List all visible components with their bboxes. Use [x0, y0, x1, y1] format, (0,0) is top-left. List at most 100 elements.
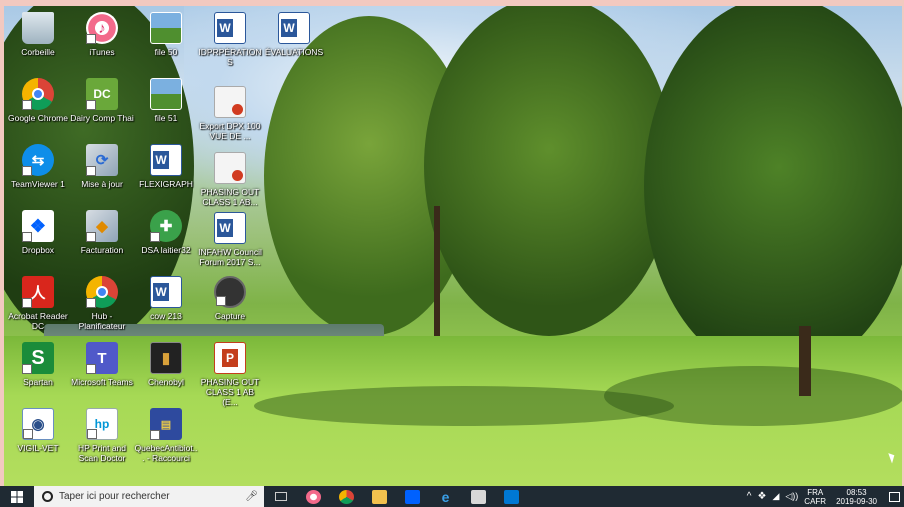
- desktop-icon-file-51[interactable]: file 51: [134, 78, 198, 123]
- desktop-icon-dairy-comp[interactable]: DC Dairy Comp Thai: [70, 78, 134, 123]
- desktop-icon-chenobyl[interactable]: ▮ Chenobyl: [134, 342, 198, 387]
- desktop-icon-quebec-antibiot[interactable]: ▤ QuebecAntibiot... - Raccourci: [134, 408, 198, 463]
- desktop-icon-idprperations[interactable]: IDPRPÉRATIONS: [198, 12, 262, 67]
- task-view-icon: [274, 492, 287, 501]
- language-indicator[interactable]: FRA CAFR: [804, 488, 826, 506]
- language-code: FRA: [807, 487, 824, 497]
- desktop-icon-hp-print[interactable]: hp HP Print and Scan Doctor: [70, 408, 134, 463]
- desktop-icon-label: VIGIL-VET: [17, 443, 59, 453]
- spartan-icon: S: [22, 342, 54, 374]
- desktop-icon-export-dpx[interactable]: Export DPX 100 VUE DE ...: [198, 86, 262, 141]
- start-button[interactable]: [0, 486, 34, 507]
- chrome-icon: [22, 78, 54, 110]
- desktop-wallpaper[interactable]: Corbeille Google Chrome ⇆ TeamViewer 1 ❖…: [4, 6, 902, 486]
- wallpaper-tree: [424, 6, 674, 336]
- desktop-icon-label: Capture: [214, 311, 246, 321]
- desktop-icon-label: file 50: [154, 47, 178, 57]
- pdf-document-icon: [214, 152, 246, 184]
- itunes-icon: ♪: [86, 12, 118, 44]
- desktop-icon-label: PHASING OUT CLASS 1 AB (E...: [200, 377, 260, 407]
- desktop-icon-dropbox[interactable]: ❖ Dropbox: [6, 210, 70, 255]
- folder-icon: [372, 489, 387, 504]
- desktop-icon-label: file 51: [154, 113, 178, 123]
- desktop-icon-capture[interactable]: Capture: [198, 276, 262, 321]
- taskbar-file-explorer[interactable]: [363, 486, 396, 507]
- desktop-icon-phasing-out-1[interactable]: PHASING OUT CLASS 1 AB...: [198, 152, 262, 207]
- taskbar-edge[interactable]: e: [429, 486, 462, 507]
- search-icon: [42, 491, 53, 502]
- desktop-icon-mise-a-jour[interactable]: ⟳ Mise à jour: [70, 144, 134, 189]
- image-file-icon: [150, 12, 182, 44]
- desktop-icon-label: Export DPX 100 VUE DE ...: [199, 121, 261, 141]
- windows-logo-icon: [11, 490, 23, 503]
- pdf-document-icon: [214, 86, 246, 118]
- desktop-icon-file-50[interactable]: file 50: [134, 12, 198, 57]
- desktop-icon-acrobat[interactable]: 人 Acrobat Reader DC: [6, 276, 70, 331]
- volume-icon[interactable]: ◁)): [785, 491, 798, 502]
- desktop-icon-cow-213[interactable]: cow 213: [134, 276, 198, 321]
- taskbar-dropbox[interactable]: [396, 486, 429, 507]
- desktop-icon-vigil-vet[interactable]: ◉ VIGIL-VET: [6, 408, 70, 453]
- chrome-icon: [86, 276, 118, 308]
- taskbar-chrome[interactable]: [330, 486, 363, 507]
- notifications-icon[interactable]: [889, 491, 900, 502]
- desktop-icon-label: Hub - Planificateur: [78, 311, 126, 331]
- desktop-icon-label: Microsoft Teams: [71, 377, 133, 387]
- taskbar-notes[interactable]: [462, 486, 495, 507]
- clock[interactable]: 08:53 2019-09-30: [836, 488, 877, 506]
- teams-icon: T: [86, 342, 118, 374]
- desktop-icon-label: IDPRPÉRATIONS: [198, 47, 262, 67]
- clock-time: 08:53: [846, 487, 867, 497]
- eye-icon: ◉: [22, 408, 54, 440]
- dropbox-icon: [405, 489, 420, 504]
- hp-icon: hp: [86, 408, 118, 440]
- update-icon: ⟳: [86, 144, 118, 176]
- taskbar-outlook[interactable]: [495, 486, 528, 507]
- taskbar-search-box[interactable]: Taper ici pour rechercher 🎤︎: [34, 486, 264, 507]
- chevron-up-icon[interactable]: ^: [747, 491, 752, 502]
- teamviewer-icon: ⇆: [22, 144, 54, 176]
- microphone-icon[interactable]: 🎤︎: [245, 491, 264, 502]
- desktop-icon-label: Dropbox: [21, 245, 55, 255]
- system-tray: ^ ❖ ◢ ◁)) FRA CAFR 08:53 2019-09-30: [747, 488, 904, 506]
- desktop-icon-itunes[interactable]: ♪ iTunes: [70, 12, 134, 57]
- desktop-icon-spartan[interactable]: S Spartan: [6, 342, 70, 387]
- wallpaper-trunk: [434, 206, 440, 336]
- clock-date: 2019-09-30: [836, 496, 877, 506]
- taskbar: Taper ici pour rechercher 🎤︎ e ^ ❖ ◢ ◁))…: [0, 486, 904, 507]
- outlook-icon: [504, 489, 519, 504]
- capture-icon: [214, 276, 246, 308]
- desktop-icon-hub-planificateur[interactable]: Hub - Planificateur: [70, 276, 134, 331]
- word-document-icon: [150, 276, 182, 308]
- desktop-icon-infahw-council[interactable]: INFAHW Council Forum 2017 S...: [198, 212, 262, 267]
- edge-icon: e: [441, 488, 450, 505]
- dairy-comp-icon: DC: [86, 78, 118, 110]
- dropbox-tray-icon[interactable]: ❖: [757, 491, 766, 502]
- desktop-icon-evaluations[interactable]: ÉVALUATIONS: [262, 12, 326, 57]
- desktop-icon-microsoft-teams[interactable]: T Microsoft Teams: [70, 342, 134, 387]
- word-document-icon: [278, 12, 310, 44]
- desktop-icon-facturation[interactable]: ◆ Facturation: [70, 210, 134, 255]
- search-placeholder: Taper ici pour rechercher: [59, 491, 170, 502]
- desktop-icon-label: Acrobat Reader DC: [8, 311, 68, 331]
- desktop-icon-label: INFAHW Council Forum 2017 S...: [198, 247, 262, 267]
- desktop-icon-recycle-bin[interactable]: Corbeille: [6, 12, 70, 57]
- desktop-icon-chrome[interactable]: Google Chrome: [6, 78, 70, 123]
- taskbar-itunes[interactable]: [297, 486, 330, 507]
- task-view-button[interactable]: [264, 486, 297, 507]
- word-document-icon: [214, 212, 246, 244]
- desktop-icon-label: cow 213: [150, 311, 182, 321]
- desktop-icon-label: ÉVALUATIONS: [264, 47, 324, 57]
- network-icon[interactable]: ◢: [772, 491, 779, 502]
- desktop-icon-label: HP Print and Scan Doctor: [77, 443, 127, 463]
- desktop-icon-teamviewer[interactable]: ⇆ TeamViewer 1: [6, 144, 70, 189]
- powerpoint-icon: P: [214, 342, 246, 374]
- desktop-icon-phasing-out-2[interactable]: P PHASING OUT CLASS 1 AB (E...: [198, 342, 262, 407]
- keyboard-layout: CAFR: [804, 496, 827, 506]
- dropbox-icon: ❖: [22, 210, 54, 242]
- desktop-icon-label: Facturation: [80, 245, 124, 255]
- desktop-icon-label: PHASING OUT CLASS 1 AB...: [200, 187, 260, 207]
- desktop-icon-flexigraph[interactable]: FLEXIGRAPH: [134, 144, 198, 189]
- quebec-antibiot-icon: ▤: [150, 408, 182, 440]
- desktop-icon-dsa-laitier[interactable]: ✚ DSA laitier32: [134, 210, 198, 255]
